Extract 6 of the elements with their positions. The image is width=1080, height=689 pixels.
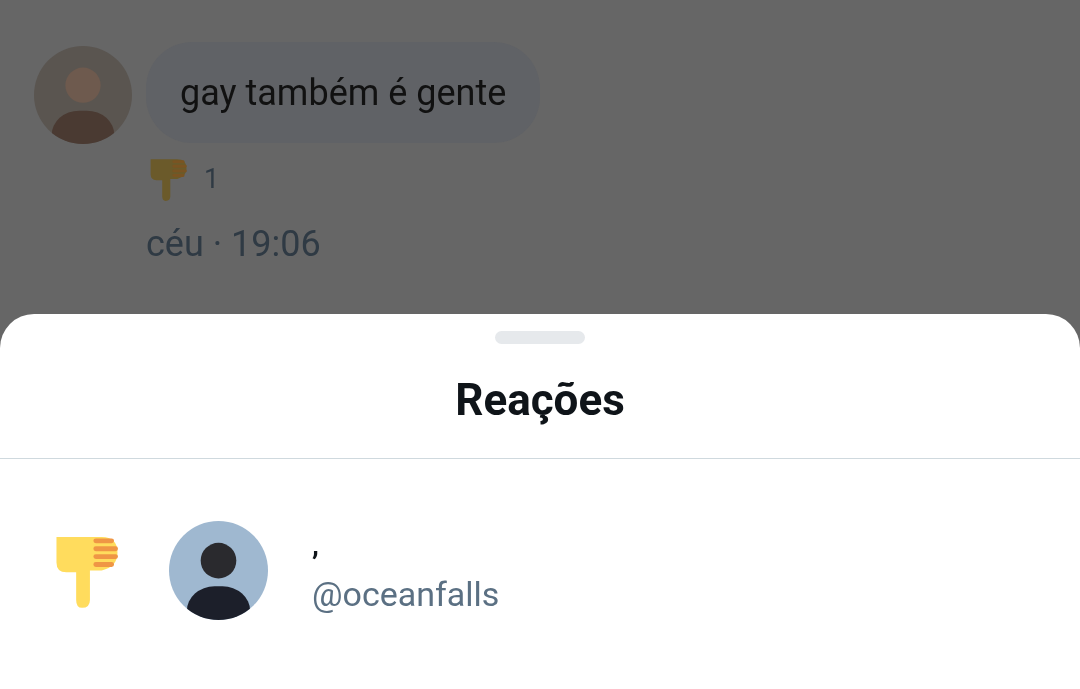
- user-handle: @oceanfalls: [312, 576, 500, 611]
- thumbs-down-icon: [148, 157, 188, 201]
- display-name: ,: [312, 530, 320, 559]
- drag-handle[interactable]: [495, 331, 585, 344]
- message-bubble: gay também é gente: [146, 42, 541, 143]
- message-meta: céu · 19:06: [146, 222, 321, 267]
